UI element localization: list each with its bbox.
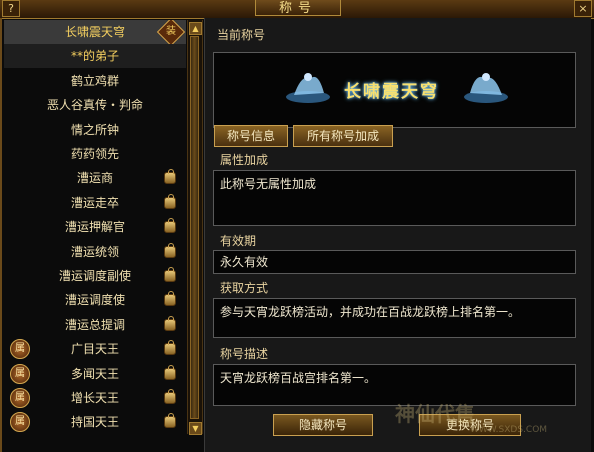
validity-value: 永久有效 (220, 255, 269, 269)
title-list-item[interactable]: 漕运统领 (4, 240, 186, 264)
title-list-item[interactable]: **的弟子 (4, 44, 186, 69)
current-title-display: 长啸震天穹 (213, 52, 576, 128)
fairy-left-icon (286, 73, 330, 103)
attributes-box: 此称号无属性加成 (213, 170, 576, 226)
title-list-item[interactable]: 漕运调度使 (4, 288, 186, 312)
lock-icon (164, 389, 176, 404)
fairy-right-icon (464, 73, 508, 103)
validity-box: 永久有效 (213, 250, 576, 274)
title-list-item-label: 漕运调度副使 (58, 269, 131, 283)
attribute-badge-icon: 属 (10, 339, 30, 360)
title-list-item-label: 长啸震天穹 (64, 25, 125, 39)
title-list-item-label: 漕运商 (76, 171, 113, 186)
lock-icon (164, 169, 176, 185)
obtain-label: 获取方式 (220, 281, 269, 295)
lock-icon (164, 242, 176, 258)
title-list-item-label: 广目天王 (70, 342, 119, 357)
title-list-item[interactable]: 漕运押解官 (4, 215, 186, 239)
description-value: 天宵龙跃榜百战宫排名第一。 (220, 371, 377, 385)
title-list-item[interactable]: 漕运总提调 (4, 313, 186, 337)
obtain-value: 参与天宵龙跃榜活动，并成功在百战龙跃榜上排名第一。 (220, 305, 521, 319)
title-list-item[interactable]: 广目天王 属 (4, 337, 186, 361)
watermark-logo: 神仙代售 (395, 402, 475, 426)
current-title-name: 长啸震天穹 (344, 82, 439, 102)
window-title: 称号 (255, 0, 341, 16)
title-bar: ? 称号 × (0, 0, 594, 19)
lock-icon (164, 340, 176, 356)
title-list-item[interactable]: 多闻天王 属 (4, 362, 186, 386)
title-list-item-label: 持国天王 (70, 415, 119, 430)
description-label: 称号描述 (220, 347, 269, 361)
title-list-item[interactable]: 恶人谷真传・判命 (4, 93, 186, 117)
title-list-item[interactable]: 情之所钟 (4, 118, 186, 142)
title-list-item-label: 恶人谷真传・判命 (46, 98, 143, 113)
attribute-badge-icon: 属 (10, 388, 30, 408)
equipped-badge-label: 装 (166, 26, 176, 37)
title-list-item[interactable]: 漕运商 (4, 166, 186, 190)
close-button[interactable]: × (574, 0, 592, 17)
title-detail-panel: 当前称号 长啸震天穹 称号信息 所有称号加成 属性加成 此称号无属性加成 有效期… (204, 18, 591, 452)
attributes-label: 属性加成 (220, 153, 269, 167)
title-list-item-label: 增长天王 (70, 391, 119, 405)
attribute-badge-icon: 属 (10, 363, 30, 384)
title-list-item-label: 鹤立鸡群 (70, 73, 119, 88)
scroll-down-icon[interactable]: ▼ (189, 422, 202, 435)
title-list-item-label: 漕运走卒 (70, 195, 119, 210)
title-list-item-label: 漕运总提调 (64, 317, 125, 332)
title-list-item[interactable]: 长啸震天穹 装 (4, 20, 186, 47)
lock-icon (164, 413, 176, 429)
lock-icon (164, 218, 176, 234)
current-title-label: 当前称号 (217, 28, 266, 42)
attribute-badge-icon: 属 (10, 412, 30, 433)
title-list-scrollbar[interactable]: ▲ ▼ (187, 20, 203, 435)
attributes-value: 此称号无属性加成 (220, 177, 317, 191)
lock-icon (164, 193, 176, 209)
tab-all-title-bonus[interactable]: 所有称号加成 (293, 125, 393, 147)
title-list: 长啸震天穹 装 **的弟子鹤立鸡群恶人谷真传・判命 情之所钟药药领先漕运商漕运走卒漕运… (4, 20, 186, 434)
scroll-thumb[interactable] (190, 36, 199, 419)
tab-title-info[interactable]: 称号信息 (214, 125, 288, 147)
title-list-item[interactable]: 漕运走卒 (4, 191, 186, 215)
title-list-item-label: 药药领先 (70, 147, 119, 161)
title-list-item-label: 漕运统领 (70, 244, 119, 259)
hide-title-button[interactable]: 隐藏称号 (273, 414, 373, 436)
validity-label: 有效期 (220, 234, 257, 248)
scroll-up-icon[interactable]: ▲ (189, 22, 202, 35)
lock-icon (164, 364, 176, 380)
title-list-item[interactable]: 增长天王 属 (4, 386, 186, 410)
title-list-item[interactable]: 漕运调度副使 (4, 264, 186, 288)
watermark-url: WWW.SXDS.COM (470, 425, 548, 435)
title-list-item[interactable]: 药药领先 (4, 142, 186, 166)
help-button[interactable]: ? (2, 0, 20, 17)
lock-icon (164, 267, 176, 282)
lock-icon (164, 315, 176, 331)
title-list-item-label: 情之所钟 (70, 122, 119, 137)
lock-icon (164, 291, 176, 307)
title-list-item-label: 多闻天王 (70, 366, 119, 381)
obtain-box: 参与天宵龙跃榜活动，并成功在百战龙跃榜上排名第一。 (213, 298, 576, 338)
title-list-item-label: 漕运调度使 (64, 293, 125, 308)
title-list-item[interactable]: 持国天王 属 (4, 410, 186, 434)
title-list-item[interactable]: 鹤立鸡群 (4, 69, 186, 93)
title-list-item-label: 漕运押解官 (64, 220, 125, 235)
title-list-item-label: **的弟子 (70, 49, 119, 64)
